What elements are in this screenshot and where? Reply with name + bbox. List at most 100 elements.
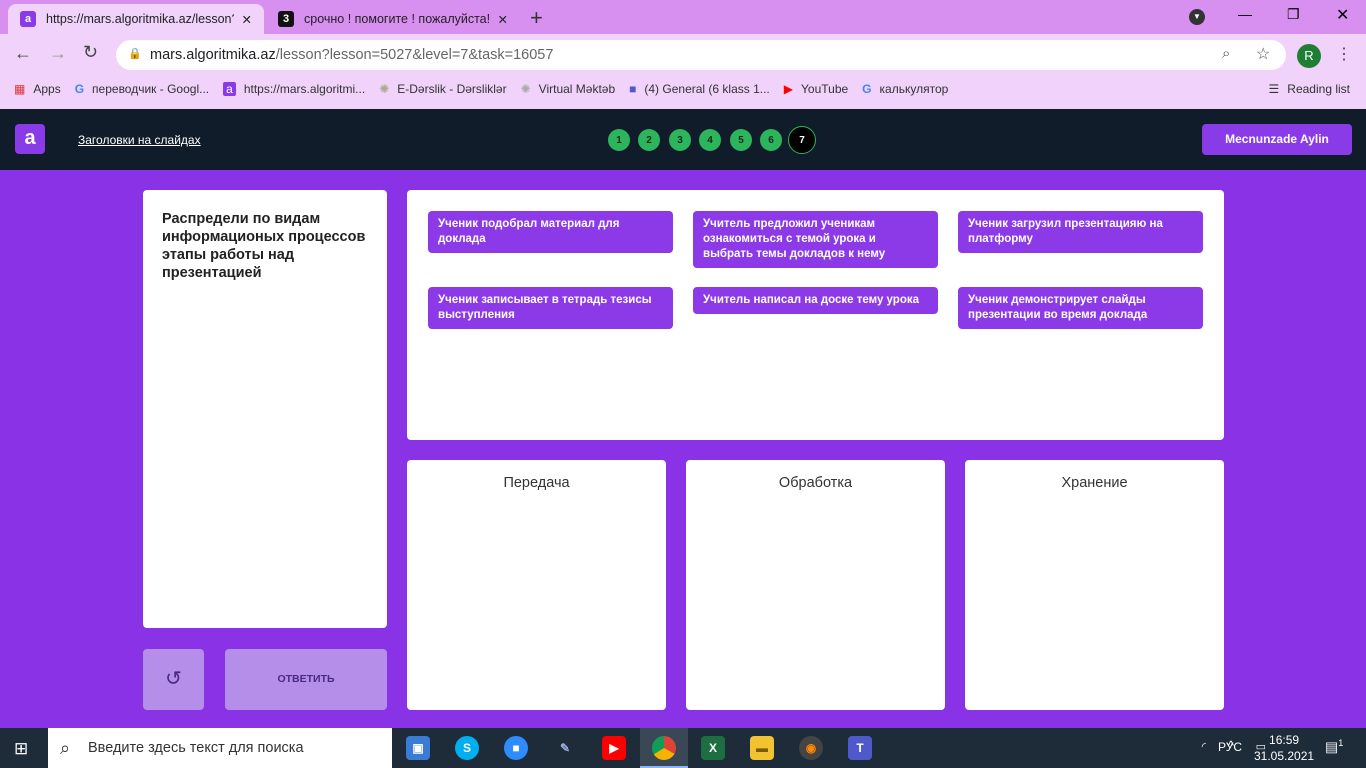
lock-icon: 🔒 <box>128 48 142 60</box>
photos-app-icon[interactable]: ▣ <box>406 736 430 760</box>
media-app-icon[interactable]: ◉ <box>799 736 823 760</box>
draggable-chip[interactable]: Ученик загрузил презентацияю на платформ… <box>958 211 1203 253</box>
reload-icon[interactable]: ↻ <box>83 42 98 63</box>
drop-zone-processing[interactable]: Обработка <box>686 460 945 710</box>
tab-title: срочно ! помогите ! пожалуйста! ! <box>304 12 490 26</box>
notification-count: 1 <box>1338 738 1344 748</box>
emblem-icon: ✺ <box>520 82 531 96</box>
tab-algoritmika[interactable]: a https://mars.algoritmika.az/lesson?le … <box>8 4 264 34</box>
bookmark-label: (4) General (6 klass 1... <box>644 82 770 96</box>
lesson-title-link[interactable]: Заголовки на слайдах <box>78 133 201 147</box>
google-icon: G <box>862 82 872 96</box>
step-3[interactable]: 3 <box>669 129 691 151</box>
bookmark-virtual-mektab[interactable]: ✺ Virtual Məktəb <box>521 82 616 96</box>
step-5[interactable]: 5 <box>730 129 752 151</box>
paint-app-icon[interactable]: ✎ <box>553 736 577 760</box>
zoom-app-icon[interactable]: ■ <box>504 736 528 760</box>
restore-icon[interactable]: ❐ <box>1287 6 1300 23</box>
forward-icon[interactable]: → <box>49 43 67 64</box>
drop-zone-transmission[interactable]: Передача <box>407 460 666 710</box>
zoom-search-icon[interactable]: ⌕ <box>1222 45 1230 62</box>
bookmark-translator[interactable]: Gпереводчик - Googl... <box>75 82 209 96</box>
task-panel: Распредели по видам информационых процес… <box>143 190 387 628</box>
bookmark-label: Apps <box>33 82 61 96</box>
task-instructions: Распредели по видам информационых процес… <box>162 211 366 281</box>
file-explorer-icon[interactable]: ▬ <box>750 736 774 760</box>
bookmark-label: переводчик - Googl... <box>92 82 210 96</box>
bookmark-apps[interactable]: ▦ Apps <box>14 82 61 96</box>
close-tab-icon[interactable]: ✕ <box>498 12 508 27</box>
chips-pool: Ученик подобрал материал для доклада Учи… <box>407 190 1224 440</box>
address-bar[interactable]: 🔒 mars.algoritmika.az/lesson?lesson=5027… <box>116 40 1286 70</box>
close-tab-icon[interactable]: ✕ <box>242 12 252 27</box>
znanija-favicon-icon: 3 <box>278 11 294 27</box>
bookmark-label: Virtual Məktəb <box>538 82 616 96</box>
step-1[interactable]: 1 <box>608 129 630 151</box>
url-host: mars.algoritmika.az <box>150 47 276 63</box>
reset-button[interactable]: ↺ <box>143 649 204 710</box>
step-4[interactable]: 4 <box>699 129 721 151</box>
tab-search-icon[interactable]: ▼ <box>1189 9 1205 25</box>
undo-icon: ↺ <box>165 668 182 690</box>
step-7-current[interactable]: 7 <box>788 126 816 154</box>
close-window-icon[interactable]: ✕ <box>1336 5 1349 25</box>
draggable-chip[interactable]: Учитель написал на доске тему урока <box>693 287 938 314</box>
teams-app-icon[interactable]: T <box>848 736 872 760</box>
tab-znanija[interactable]: 3 срочно ! помогите ! пожалуйста! ! ✕ <box>266 4 520 34</box>
bookmark-algoritmika[interactable]: a https://mars.algoritmi... <box>223 82 365 96</box>
teams-icon: ■ <box>629 82 637 96</box>
taskbar-search-input[interactable]: ⌕ Введите здесь текст для поиска <box>48 728 392 768</box>
bookmark-label: калькулятор <box>879 82 949 96</box>
user-name-button[interactable]: Mecnunzade Aylin <box>1202 124 1352 155</box>
excel-icon[interactable]: X <box>701 736 725 760</box>
draggable-chip[interactable]: Ученик записывает в тетрадь тезисы высту… <box>428 287 673 329</box>
google-icon: G <box>74 82 85 96</box>
tab-title: https://mars.algoritmika.az/lesson?le <box>46 12 234 26</box>
bookmark-youtube[interactable]: ▶ YouTube <box>784 82 848 96</box>
new-tab-icon[interactable]: + <box>530 5 543 31</box>
reading-list[interactable]: ☰ Reading list <box>1269 82 1350 96</box>
algoritmika-icon: a <box>223 82 236 96</box>
emblem-icon: ✺ <box>379 82 390 96</box>
bin-title: Хранение <box>1061 475 1128 491</box>
skype-icon[interactable]: S <box>455 736 479 760</box>
step-2[interactable]: 2 <box>638 129 660 151</box>
bookmark-label: YouTube <box>801 82 849 96</box>
algoritmika-favicon-icon: a <box>20 11 36 27</box>
youtube-app-icon[interactable]: ▶ <box>602 736 626 760</box>
url-path: /lesson?lesson=5027&level=7&task=16057 <box>275 47 554 63</box>
youtube-icon: ▶ <box>783 82 794 96</box>
minimize-icon[interactable]: — <box>1238 6 1252 22</box>
bookmark-label: https://mars.algoritmi... <box>243 82 366 96</box>
menu-icon[interactable]: ⋮ <box>1336 44 1352 64</box>
date: 31.05.2021 <box>1254 749 1315 763</box>
draggable-chip[interactable]: Ученик подобрал материал для доклада <box>428 211 673 253</box>
time: 16:59 <box>1269 733 1300 747</box>
draggable-chip[interactable]: Ученик демонстрирует слайды презентации … <box>958 287 1203 329</box>
language-indicator[interactable]: РУС <box>1218 740 1242 754</box>
bookmark-edarslik[interactable]: ✺ E-Dərslik - Dərsliklər <box>379 82 506 96</box>
tab-strip: a https://mars.algoritmika.az/lesson?le … <box>0 0 1366 34</box>
bookmark-label: E-Dərslik - Dərsliklər <box>397 82 507 96</box>
algoritmika-logo[interactable]: a <box>15 124 45 154</box>
reading-list-label: Reading list <box>1287 82 1350 96</box>
bookmark-star-icon[interactable]: ☆ <box>1256 44 1270 64</box>
answer-button[interactable]: ОТВЕТИТЬ <box>225 649 387 710</box>
wifi-icon[interactable]: ◜ <box>1202 740 1206 753</box>
search-placeholder: Введите здесь текст для поиска <box>88 740 304 756</box>
bin-title: Передача <box>503 475 570 491</box>
drop-zone-storage[interactable]: Хранение <box>965 460 1224 710</box>
back-icon[interactable]: ← <box>14 43 32 64</box>
reading-list-icon: ☰ <box>1268 82 1280 96</box>
bookmark-teams[interactable]: ■ (4) General (6 klass 1... <box>629 82 770 96</box>
windows-start-icon[interactable]: ⊞ <box>14 739 28 759</box>
chrome-icon[interactable] <box>652 736 676 760</box>
clock[interactable]: 16:59 31.05.2021 <box>1254 732 1314 764</box>
notifications-icon[interactable]: ▤1 <box>1325 738 1343 756</box>
profile-avatar[interactable]: R <box>1297 44 1321 68</box>
draggable-chip[interactable]: Учитель предложил ученикам ознакомиться … <box>693 211 938 268</box>
bookmarks-bar: ▦ Apps Gпереводчик - Googl... a https://ma… <box>0 74 1366 104</box>
bookmark-calculator[interactable]: Gкалькулятор <box>862 82 948 96</box>
bin-title: Обработка <box>778 475 853 491</box>
step-6[interactable]: 6 <box>760 129 782 151</box>
